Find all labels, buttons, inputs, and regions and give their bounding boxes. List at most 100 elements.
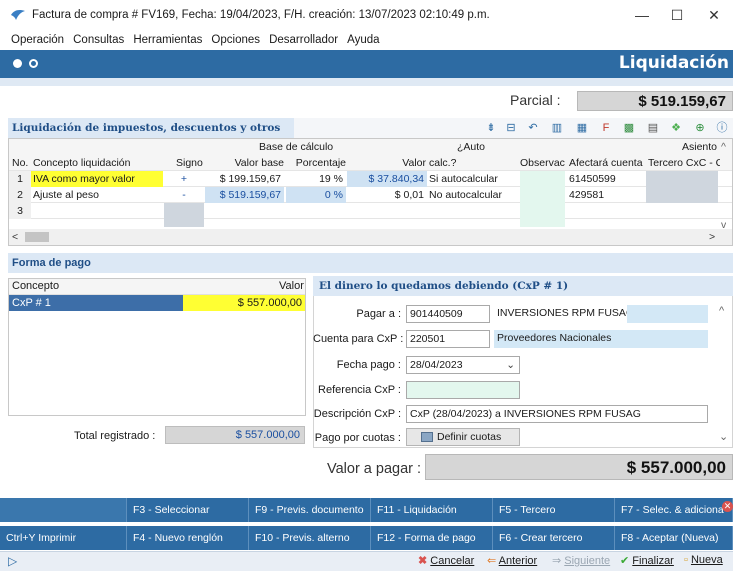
cell-valor-base[interactable]: $ 199.159,67 [205, 171, 284, 187]
scrollbar-thumb[interactable] [25, 232, 49, 242]
panel-scroll-down-icon[interactable]: ⌄ [719, 430, 728, 443]
fkey-imprimir[interactable]: Ctrl+Y Imprimir [0, 526, 127, 550]
cell-observaciones[interactable] [520, 171, 565, 187]
col-valor-base[interactable]: Valor base [219, 155, 284, 171]
cell-cuenta[interactable]: 61450599 [569, 171, 616, 187]
cell-auto-calc[interactable]: No autocalcular [429, 187, 502, 203]
col-observaciones[interactable]: Observac [520, 155, 565, 171]
col-concepto[interactable]: Concepto liquidación [33, 155, 130, 171]
zoom-icon[interactable]: ⊕ [692, 120, 708, 136]
checkmark-icon: ✔ [620, 555, 630, 567]
info-icon[interactable]: ⓘ [714, 120, 730, 136]
fp-col-concepto[interactable]: Concepto [12, 280, 59, 292]
cell-signo[interactable]: - [164, 187, 204, 203]
cell-observaciones[interactable] [520, 187, 565, 203]
close-circle-icon[interactable]: ✕ [722, 501, 733, 512]
fp-cell-valor[interactable]: $ 557.000,00 [183, 295, 305, 311]
descripcion-input[interactable]: CxP (28/04/2023) a INVERSIONES RPM FUSAG [406, 405, 708, 423]
cuotas-label: Pago por cuotas : [314, 432, 401, 444]
col-signo[interactable]: Signo [176, 155, 203, 171]
excel-icon[interactable]: ▩ [621, 120, 637, 136]
valor-pagar-label: Valor a pagar : [327, 461, 422, 477]
delete-row-icon[interactable]: ⊟ [503, 120, 519, 136]
siguiente-button[interactable]: ⇒ Siguiente [552, 554, 610, 567]
col-auto-calc[interactable]: calc.? [429, 155, 456, 171]
close-button[interactable]: ✕ [697, 4, 731, 26]
cuenta-code-field[interactable]: 220501 [406, 330, 490, 348]
cell-concepto[interactable]: Ajuste al peso [31, 187, 163, 203]
section-header-bar: Liquidación [0, 50, 733, 78]
cell-porcentaje[interactable]: 0 % [286, 187, 346, 203]
pagar-a-id-field[interactable]: 901440509 [406, 305, 490, 323]
columns-icon[interactable]: ▥ [549, 120, 565, 136]
scroll-up-icon[interactable]: ^ [721, 139, 726, 155]
menu-ayuda[interactable]: Ayuda [347, 30, 379, 50]
cell-valor-base[interactable]: $ 519.159,67 [205, 187, 284, 203]
table-row[interactable]: 3 [9, 203, 732, 219]
group-header-asiento: Asiento [682, 141, 718, 153]
cancelar-button[interactable]: ✖ Cancelar [418, 554, 474, 567]
col-valor[interactable]: Valor [351, 155, 426, 171]
cell-cuenta[interactable]: 429581 [569, 187, 604, 203]
panel-scroll-up-icon[interactable]: ^ [719, 305, 724, 317]
cell-porcentaje[interactable]: 19 % [286, 171, 346, 187]
anterior-button[interactable]: ⇐ Anterior [487, 554, 537, 567]
scroll-left-icon[interactable]: < [12, 229, 18, 245]
cell-auto-calc[interactable]: Si autocalcular [429, 171, 498, 187]
fecha-pago-select[interactable]: 28/04/2023 ⌄ [406, 356, 520, 374]
nueva-button[interactable]: ▫ Nueva [684, 554, 723, 566]
fkey-liquidacion[interactable]: F11 - Liquidación [371, 498, 493, 522]
fkey-seleccionar[interactable]: F3 - Seleccionar [127, 498, 249, 522]
scroll-right-icon[interactable]: > [709, 229, 715, 245]
chevron-down-icon[interactable]: ⌄ [506, 357, 515, 373]
finalizar-button[interactable]: ✔ Finalizar [620, 554, 674, 567]
menu-opciones[interactable]: Opciones [211, 30, 260, 50]
maximize-button[interactable]: ☐ [660, 4, 694, 26]
col-afectara-cuenta[interactable]: Afectará cuenta [569, 155, 643, 171]
horizontal-scrollbar[interactable]: < > [9, 229, 732, 245]
calculator-icon[interactable]: ▤ [645, 120, 661, 136]
fp-col-valor[interactable]: Valor [279, 280, 304, 292]
minimize-button[interactable]: — [625, 4, 659, 26]
row-number: 1 [9, 171, 31, 187]
radio-option-2[interactable] [29, 59, 38, 68]
table-row[interactable]: 2 Ajuste al peso - $ 519.159,67 0 % $ 0,… [9, 187, 732, 203]
radio-option-1[interactable] [13, 59, 22, 68]
cell-signo[interactable]: + [164, 171, 204, 187]
fkey-selec-adiciona[interactable]: F7 - Selec. & adiciona [615, 498, 733, 522]
undo-icon[interactable]: ↶ [525, 120, 541, 136]
filter-icon[interactable]: F [598, 120, 614, 136]
fkey-previs-documento[interactable]: F9 - Previs. documento [249, 498, 371, 522]
menu-herramientas[interactable]: Herramientas [133, 30, 202, 50]
referencia-input[interactable] [406, 381, 520, 399]
menu-consultas[interactable]: Consultas [73, 30, 124, 50]
table-row[interactable]: CxP # 1 $ 557.000,00 [9, 295, 305, 311]
col-porcentaje[interactable]: Porcentaje [286, 155, 346, 171]
fkey-previs-alterno[interactable]: F10 - Previs. alterno [249, 526, 371, 550]
cell-observaciones[interactable] [520, 203, 565, 219]
col-tercero[interactable]: Tercero CxC - C [648, 155, 720, 171]
table-row[interactable]: 1 IVA como mayor valor + $ 199.159,67 19… [9, 171, 732, 187]
cell-valor[interactable]: $ 0,01 [347, 187, 427, 203]
cuenta-name: Proveedores Nacionales [494, 330, 708, 348]
fkey-forma-pago[interactable]: F12 - Forma de pago [371, 526, 493, 550]
fp-cell-concepto[interactable]: CxP # 1 [9, 295, 183, 311]
cell-signo[interactable] [164, 203, 204, 219]
fkey-aceptar-nueva[interactable]: F8 - Aceptar (Nueva) [615, 526, 733, 550]
col-no[interactable]: No. [12, 155, 28, 171]
refresh-icon[interactable]: ❖ [668, 120, 684, 136]
insert-row-icon[interactable]: ⇟ [483, 120, 499, 136]
fkey-nuevo-renglon[interactable]: F4 - Nuevo renglón [127, 526, 249, 550]
freeze-columns-icon[interactable]: ▦ [574, 120, 590, 136]
cell-tercero[interactable] [646, 171, 718, 187]
definir-cuotas-button[interactable]: Definir cuotas [406, 428, 520, 446]
fkey-crear-tercero[interactable]: F6 - Crear tercero [493, 526, 615, 550]
menu-desarrollador[interactable]: Desarrollador [269, 30, 338, 50]
new-document-icon: ▫ [684, 554, 688, 566]
cell-concepto[interactable]: IVA como mayor valor [31, 171, 163, 187]
fkey-tercero[interactable]: F5 - Tercero [493, 498, 615, 522]
cell-tercero[interactable] [646, 187, 718, 203]
cell-valor[interactable]: $ 37.840,34 [347, 171, 427, 187]
menu-operacion[interactable]: Operación [11, 30, 64, 50]
expand-panel-icon[interactable]: ▷ [8, 554, 17, 568]
